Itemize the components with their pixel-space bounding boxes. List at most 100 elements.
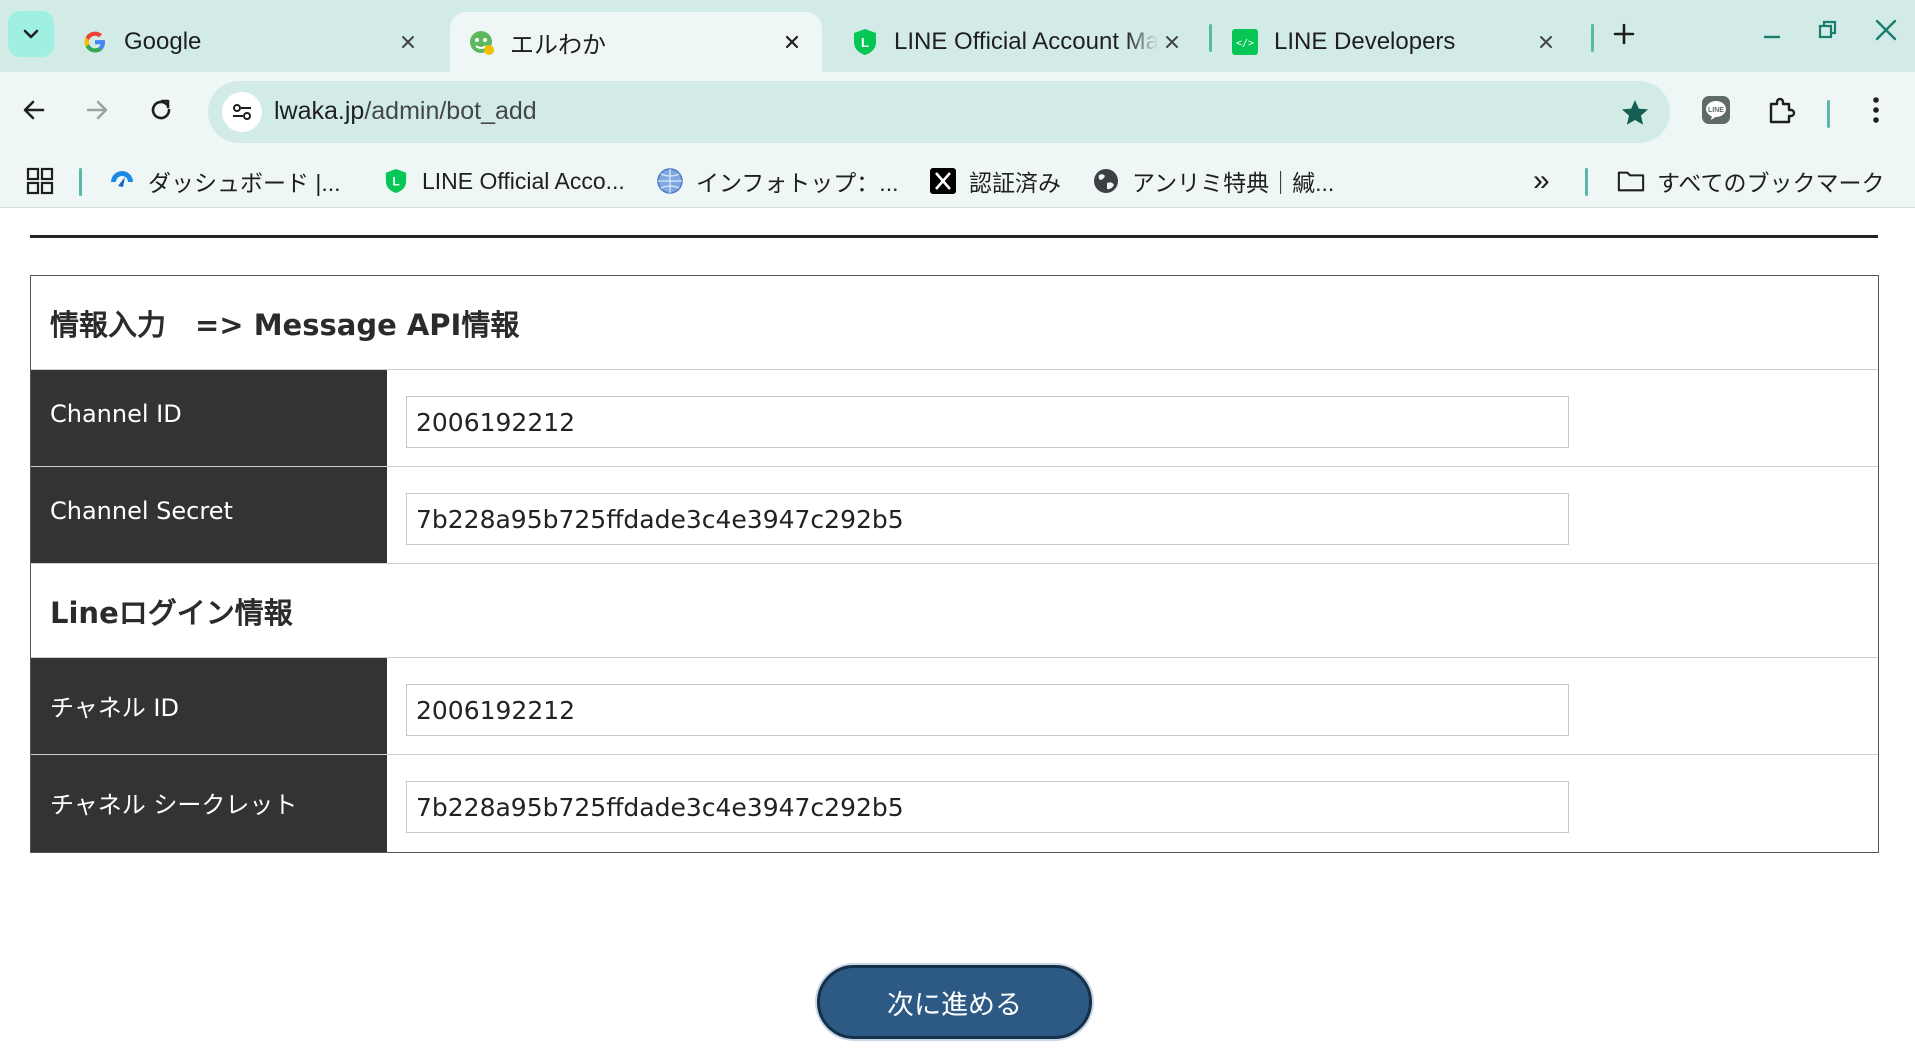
menu-button[interactable] — [1856, 90, 1896, 130]
form-value-cell — [387, 370, 1878, 466]
close-icon[interactable] — [1532, 28, 1560, 56]
arrow-left-icon — [23, 100, 45, 120]
arrow-right-icon — [86, 100, 108, 120]
login-channel-id-input[interactable] — [406, 684, 1569, 736]
site-info-button[interactable] — [222, 92, 262, 132]
tab-title: Google — [124, 28, 202, 55]
address-bar[interactable]: lwaka.jp/admin/bot_add — [208, 81, 1670, 143]
url-domain: lwaka.jp — [274, 97, 365, 125]
bookmark-label: LINE Official Acco... — [422, 167, 625, 194]
page-content: 情報入力 => Message API情報 Channel ID Channel… — [0, 208, 1915, 1058]
section-title-line-login: Lineログイン情報 — [31, 564, 1878, 658]
minimize-button[interactable] — [1752, 10, 1792, 50]
bookmarks-overflow-button[interactable]: » — [1533, 164, 1550, 198]
bookmarks-bar: ダッシュボード |... L LINE Official Acco... インフ… — [0, 152, 1915, 208]
line-developers-icon: </> — [1230, 27, 1260, 57]
star-icon — [1622, 100, 1648, 125]
reload-icon — [151, 99, 171, 120]
restore-button[interactable] — [1808, 10, 1848, 50]
channel-id-input[interactable] — [406, 396, 1569, 448]
tab-google[interactable]: Google — [64, 12, 438, 72]
chevron-down-icon — [23, 29, 39, 39]
new-tab-button[interactable] — [1607, 17, 1641, 51]
dashboard-favicon-icon — [108, 167, 136, 195]
login-channel-secret-input[interactable] — [406, 781, 1569, 833]
more-vertical-icon — [1873, 97, 1879, 123]
form-value-cell — [387, 658, 1878, 754]
tab-line-developers[interactable]: </> LINE Developers — [1214, 12, 1576, 72]
form-value-cell — [387, 467, 1878, 563]
forward-button[interactable] — [75, 88, 119, 132]
tab-title: LINE Official Account Ma — [894, 28, 1158, 55]
bookmark-line-official[interactable]: L LINE Official Acco... — [382, 164, 625, 198]
line-extension-button[interactable]: LINE — [1696, 90, 1736, 130]
section-title-message-api: 情報入力 => Message API情報 — [31, 276, 1878, 370]
reload-button[interactable] — [139, 88, 183, 132]
login-channel-id-label: チャネル ID — [31, 658, 387, 754]
back-button[interactable] — [12, 88, 56, 132]
line-icon: LINE — [1702, 96, 1730, 124]
extensions-button[interactable] — [1761, 90, 1801, 130]
bookmark-label: ダッシュボード |... — [148, 170, 341, 196]
puzzle-icon — [1769, 97, 1796, 124]
svg-text:LINE: LINE — [1708, 107, 1724, 114]
bookmark-unlimited[interactable]: アンリミ特典｜緘... — [1092, 164, 1334, 198]
folder-icon — [1617, 167, 1645, 195]
url-text[interactable]: lwaka.jp/admin/bot_add — [274, 97, 537, 126]
globe-icon — [656, 167, 684, 195]
lwaka-favicon-icon — [466, 27, 496, 57]
tab-strip: Google エルわか L LINE Official Account Ma <… — [0, 0, 1915, 72]
channel-secret-input[interactable] — [406, 493, 1569, 545]
double-chevron-icon: » — [1533, 164, 1550, 197]
tab-line-official-account[interactable]: L LINE Official Account Ma — [834, 12, 1202, 72]
form-row-channel-secret: Channel Secret — [31, 467, 1878, 564]
tab-lwaka[interactable]: エルわか — [450, 12, 822, 72]
close-icon[interactable] — [394, 28, 422, 56]
google-icon — [80, 27, 110, 57]
form-row-login-channel-id: チャネル ID — [31, 658, 1878, 755]
all-bookmarks-button[interactable]: すべてのブックマーク — [1617, 164, 1884, 198]
close-window-button[interactable] — [1866, 10, 1906, 50]
tab-title: エルわか — [510, 31, 606, 59]
divider — [30, 235, 1878, 238]
apps-grid-icon — [26, 167, 54, 195]
bookmark-infotop[interactable]: インフォトップ：... — [656, 164, 898, 198]
plus-icon — [1613, 23, 1635, 45]
bookmark-separator — [1585, 168, 1588, 196]
bookmark-dashboard[interactable]: ダッシュボード |... — [108, 164, 341, 198]
x-logo-icon — [929, 167, 957, 195]
globe-icon — [1092, 167, 1120, 195]
bookmark-label: すべてのブックマーク — [1657, 170, 1885, 196]
tab-search-button[interactable] — [8, 11, 54, 57]
close-icon — [1875, 19, 1897, 41]
bookmark-separator — [79, 168, 82, 196]
bookmark-x-verified[interactable]: 認証済み — [929, 164, 1061, 198]
tab-separator — [1591, 24, 1594, 52]
form-row-login-channel-secret: チャネル シークレット — [31, 755, 1878, 852]
close-icon[interactable] — [778, 28, 806, 56]
svg-text:</>: </> — [1236, 38, 1254, 49]
bookmark-label: インフォトップ：... — [696, 170, 899, 196]
minimize-icon — [1764, 35, 1780, 39]
apps-button[interactable] — [26, 164, 54, 198]
line-shield-icon: L — [850, 27, 880, 57]
tab-title: LINE Developers — [1274, 28, 1456, 55]
url-path: /admin/bot_add — [364, 97, 537, 125]
bookmark-label: 認証済み — [969, 170, 1061, 196]
browser-toolbar: lwaka.jp/admin/bot_add LINE — [0, 72, 1915, 152]
bookmark-label: アンリミ特典｜緘... — [1132, 170, 1335, 196]
tab-separator — [1209, 24, 1212, 52]
form-row-channel-id: Channel ID — [31, 370, 1878, 467]
channel-secret-label: Channel Secret — [31, 467, 387, 563]
toolbar-separator — [1827, 100, 1830, 128]
bot-settings-form: 情報入力 => Message API情報 Channel ID Channel… — [30, 275, 1879, 853]
form-value-cell — [387, 755, 1878, 852]
next-button[interactable]: 次に進める — [817, 965, 1092, 1039]
login-channel-secret-label: チャネル シークレット — [31, 755, 387, 852]
tune-icon — [233, 104, 251, 120]
svg-text:L: L — [392, 175, 399, 189]
channel-id-label: Channel ID — [31, 370, 387, 466]
close-icon[interactable] — [1158, 28, 1186, 56]
bookmark-star-button[interactable] — [1618, 96, 1652, 130]
line-shield-icon: L — [382, 167, 410, 195]
